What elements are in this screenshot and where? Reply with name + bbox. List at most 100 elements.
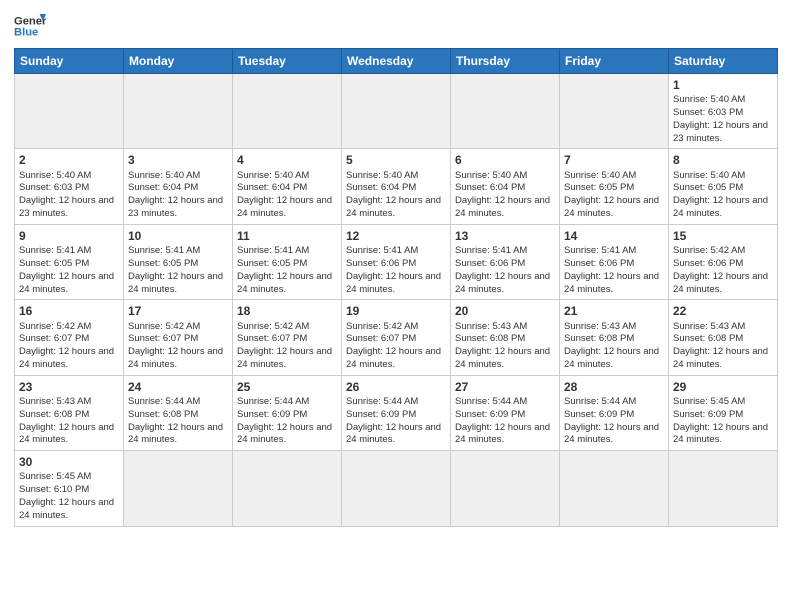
day-number: 20 [455,303,555,319]
calendar-cell: 13Sunrise: 5:41 AMSunset: 6:06 PMDayligh… [451,224,560,299]
calendar-cell: 20 Sunrise: 5:43 AMSunset: 6:08 PMDayligh… [451,300,560,375]
day-info: Sunrise: 5:40 AMSunset: 6:05 PMDaylight:… [673,170,768,219]
day-number: 8 [673,152,773,168]
day-info: Sunrise: 5:43 AMSunset: 6:08 PMDaylight:… [673,321,768,370]
calendar-cell: 1Sunrise: 5:40 AMSunset: 6:03 PMDaylight… [669,74,778,149]
day-info: Sunrise: 5:40 AMSunset: 6:03 PMDaylight:… [19,170,114,219]
calendar-cell: 24Sunrise: 5:44 AMSunset: 6:08 PMDayligh… [124,375,233,450]
calendar-cell: 12Sunrise: 5:41 AMSunset: 6:06 PMDayligh… [342,224,451,299]
day-header-saturday: Saturday [669,49,778,74]
day-info: Sunrise: 5:44 AMSunset: 6:08 PMDaylight:… [128,396,223,445]
day-info: Sunrise: 5:41 AMSunset: 6:06 PMDaylight:… [564,245,659,294]
day-info: Sunrise: 5:45 AMSunset: 6:10 PMDaylight:… [19,471,114,520]
day-info: Sunrise: 5:44 AMSunset: 6:09 PMDaylight:… [455,396,550,445]
calendar-cell [342,451,451,526]
day-info: Sunrise: 5:44 AMSunset: 6:09 PMDaylight:… [564,396,659,445]
calendar-cell: 18 Sunrise: 5:42 AMSunset: 6:07 PMDayligh… [233,300,342,375]
logo: General Blue [14,10,46,42]
week-row-4: 23Sunrise: 5:43 AMSunset: 6:08 PMDayligh… [15,375,778,450]
calendar-cell: 5 Sunrise: 5:40 AMSunset: 6:04 PMDaylight… [342,149,451,224]
day-header-monday: Monday [124,49,233,74]
week-row-3: 16 Sunrise: 5:42 AMSunset: 6:07 PMDayligh… [15,300,778,375]
calendar-cell [233,451,342,526]
day-info: Sunrise: 5:41 AMSunset: 6:05 PMDaylight:… [128,245,223,294]
day-number: 18 [237,303,337,319]
calendar-cell: 19 Sunrise: 5:42 AMSunset: 6:07 PMDayligh… [342,300,451,375]
calendar-cell [451,74,560,149]
week-row-0: 1Sunrise: 5:40 AMSunset: 6:03 PMDaylight… [15,74,778,149]
header: General Blue [14,10,778,42]
calendar-cell [124,451,233,526]
day-number: 30 [19,454,119,470]
day-number: 16 [19,303,119,319]
day-number: 27 [455,379,555,395]
day-info: Sunrise: 5:44 AMSunset: 6:09 PMDaylight:… [237,396,332,445]
calendar-cell: 4Sunrise: 5:40 AMSunset: 6:04 PMDaylight… [233,149,342,224]
day-number: 11 [237,228,337,244]
day-number: 2 [19,152,119,168]
week-row-2: 9Sunrise: 5:41 AMSunset: 6:05 PMDaylight… [15,224,778,299]
calendar-cell: 11Sunrise: 5:41 AMSunset: 6:05 PMDayligh… [233,224,342,299]
week-row-1: 2 Sunrise: 5:40 AMSunset: 6:03 PMDaylight… [15,149,778,224]
day-number: 10 [128,228,228,244]
calendar-cell: 2 Sunrise: 5:40 AMSunset: 6:03 PMDaylight… [15,149,124,224]
calendar-cell [560,451,669,526]
calendar-cell: 25Sunrise: 5:44 AMSunset: 6:09 PMDayligh… [233,375,342,450]
day-number: 21 [564,303,664,319]
day-header-wednesday: Wednesday [342,49,451,74]
calendar-cell [342,74,451,149]
calendar-cell: 28Sunrise: 5:44 AMSunset: 6:09 PMDayligh… [560,375,669,450]
calendar-cell: 26Sunrise: 5:44 AMSunset: 6:09 PMDayligh… [342,375,451,450]
calendar-cell [669,451,778,526]
day-number: 1 [673,77,773,93]
day-header-thursday: Thursday [451,49,560,74]
day-number: 28 [564,379,664,395]
day-header-tuesday: Tuesday [233,49,342,74]
day-number: 25 [237,379,337,395]
day-info: Sunrise: 5:44 AMSunset: 6:09 PMDaylight:… [346,396,441,445]
calendar-cell: 17Sunrise: 5:42 AMSunset: 6:07 PMDayligh… [124,300,233,375]
day-number: 5 [346,152,446,168]
day-number: 19 [346,303,446,319]
calendar-cell: 8 Sunrise: 5:40 AMSunset: 6:05 PMDaylight… [669,149,778,224]
logo-icon: General Blue [14,10,46,42]
day-number: 6 [455,152,555,168]
day-info: Sunrise: 5:40 AMSunset: 6:04 PMDaylight:… [346,170,441,219]
day-number: 12 [346,228,446,244]
calendar-cell: 6 Sunrise: 5:40 AMSunset: 6:04 PMDaylight… [451,149,560,224]
day-number: 15 [673,228,773,244]
page: General Blue SundayMondayTuesdayWednesda… [0,0,792,537]
calendar-cell: 16Sunrise: 5:42 AMSunset: 6:07 PMDayligh… [15,300,124,375]
day-info: Sunrise: 5:41 AMSunset: 6:05 PMDaylight:… [237,245,332,294]
day-info: Sunrise: 5:42 AMSunset: 6:07 PMDaylight:… [346,321,441,370]
calendar-cell: 7Sunrise: 5:40 AMSunset: 6:05 PMDaylight… [560,149,669,224]
calendar-cell [560,74,669,149]
day-info: Sunrise: 5:45 AMSunset: 6:09 PMDaylight:… [673,396,768,445]
day-header-friday: Friday [560,49,669,74]
day-number: 23 [19,379,119,395]
calendar-cell: 21 Sunrise: 5:43 AMSunset: 6:08 PMDayligh… [560,300,669,375]
calendar-cell: 3 Sunrise: 5:40 AMSunset: 6:04 PMDaylight… [124,149,233,224]
day-number: 14 [564,228,664,244]
day-info: Sunrise: 5:40 AMSunset: 6:04 PMDaylight:… [237,170,332,219]
day-info: Sunrise: 5:43 AMSunset: 6:08 PMDaylight:… [564,321,659,370]
day-info: Sunrise: 5:43 AMSunset: 6:08 PMDaylight:… [455,321,550,370]
day-info: Sunrise: 5:41 AMSunset: 6:05 PMDaylight:… [19,245,114,294]
day-info: Sunrise: 5:40 AMSunset: 6:04 PMDaylight:… [455,170,550,219]
day-info: Sunrise: 5:41 AMSunset: 6:06 PMDaylight:… [455,245,550,294]
day-info: Sunrise: 5:42 AMSunset: 6:07 PMDaylight:… [237,321,332,370]
day-number: 26 [346,379,446,395]
calendar-cell: 14Sunrise: 5:41 AMSunset: 6:06 PMDayligh… [560,224,669,299]
calendar-cell: 30Sunrise: 5:45 AMSunset: 6:10 PMDayligh… [15,451,124,526]
day-info: Sunrise: 5:40 AMSunset: 6:03 PMDaylight:… [673,94,768,143]
day-info: Sunrise: 5:40 AMSunset: 6:04 PMDaylight:… [128,170,223,219]
week-row-5: 30Sunrise: 5:45 AMSunset: 6:10 PMDayligh… [15,451,778,526]
calendar-cell [451,451,560,526]
day-number: 24 [128,379,228,395]
day-header-sunday: Sunday [15,49,124,74]
day-number: 13 [455,228,555,244]
calendar-cell: 10Sunrise: 5:41 AMSunset: 6:05 PMDayligh… [124,224,233,299]
svg-text:Blue: Blue [14,27,38,39]
day-number: 3 [128,152,228,168]
header-row: SundayMondayTuesdayWednesdayThursdayFrid… [15,49,778,74]
